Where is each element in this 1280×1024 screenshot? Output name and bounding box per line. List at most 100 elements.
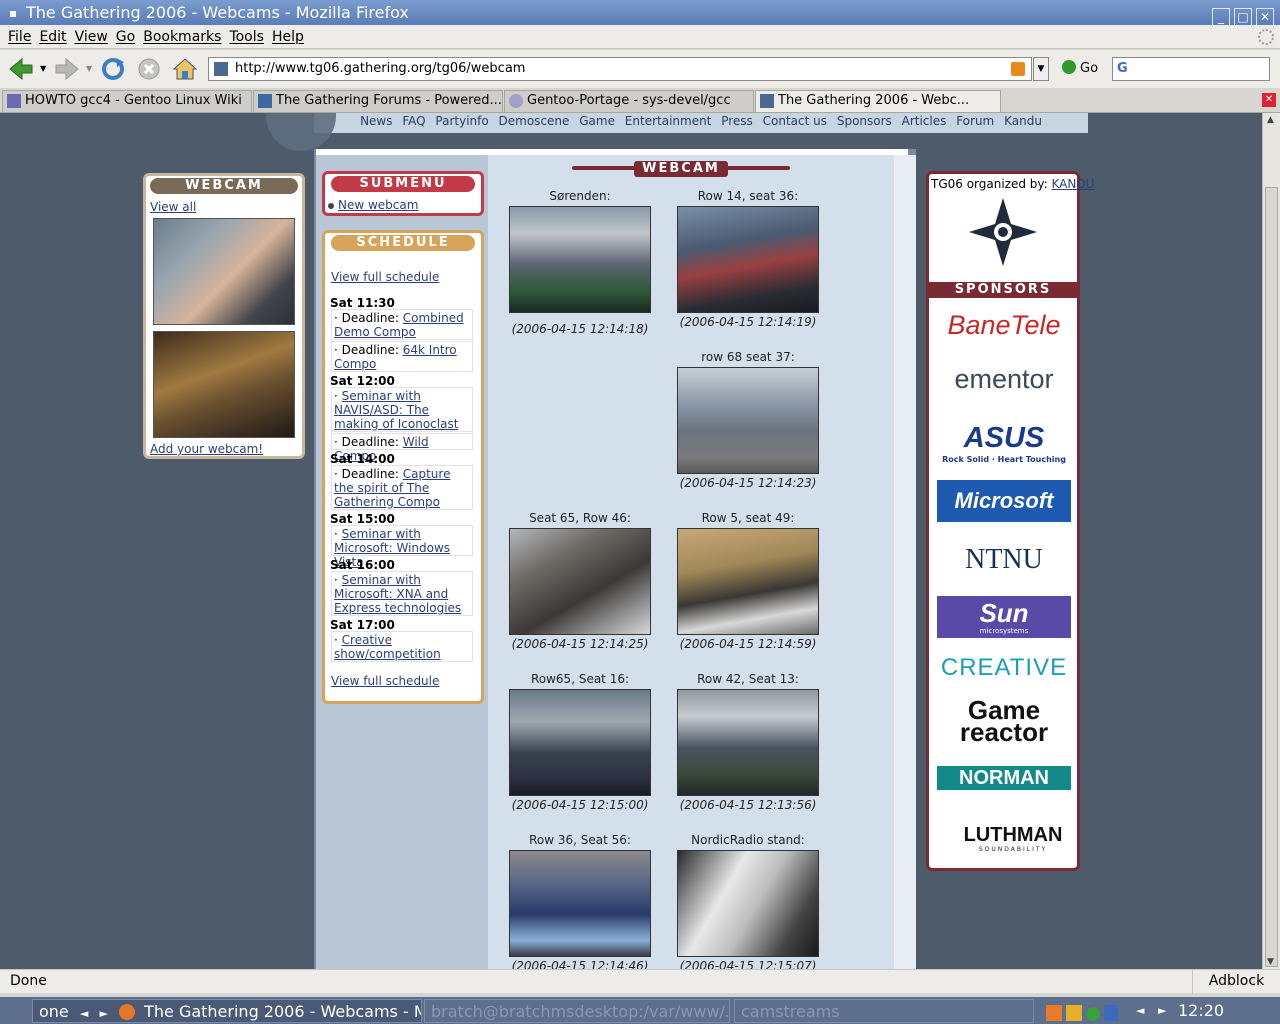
- view-full-schedule-link[interactable]: View full schedule: [331, 270, 439, 284]
- webcam-thumbnail[interactable]: [153, 331, 295, 438]
- nav-articles[interactable]: Articles: [902, 114, 947, 128]
- adblock-button[interactable]: Adblock: [1192, 970, 1280, 994]
- menu-file[interactable]: File: [8, 29, 31, 45]
- webcam-image[interactable]: [509, 850, 651, 957]
- submenu-title: SUBMENU: [331, 176, 475, 192]
- view-all-link[interactable]: View all: [150, 200, 196, 214]
- webcam-image[interactable]: [677, 850, 819, 957]
- menu-tools[interactable]: Tools: [229, 29, 264, 45]
- tray-x-icon[interactable]: [1046, 1005, 1062, 1021]
- kandu-logo-icon[interactable]: [967, 196, 1039, 268]
- scroll-up-icon[interactable]: ▲: [1267, 115, 1274, 125]
- address-bar[interactable]: http://www.tg06.gathering.org/tg06/webca…: [208, 57, 1032, 81]
- url-history-dropdown[interactable]: ▼: [1033, 57, 1049, 81]
- forward-button[interactable]: [52, 56, 79, 82]
- menu-go[interactable]: Go: [116, 29, 135, 45]
- creative-logo[interactable]: CREATIVE: [937, 654, 1071, 682]
- kandu-link[interactable]: KANDU: [1052, 177, 1095, 191]
- nav-sponsors[interactable]: Sponsors: [837, 114, 892, 128]
- scroll-down-icon[interactable]: ▼: [1267, 957, 1274, 967]
- reload-button[interactable]: [100, 56, 126, 82]
- back-dropdown-icon[interactable]: ▼: [40, 64, 46, 73]
- webcam-image[interactable]: [677, 206, 819, 313]
- tab-gentoo-portage[interactable]: Gentoo-Portage - sys-devel/gcc: [504, 90, 754, 112]
- event-link[interactable]: Creative show/competition: [334, 633, 441, 661]
- taskbar-task-terminal[interactable]: bratch@bratchmsdesktop:/var/www/...: [424, 999, 730, 1023]
- event-prefix: · Deadline:: [334, 311, 403, 325]
- tab-label: The Gathering Forums - Powered...: [276, 93, 502, 108]
- sun-tagline: microsystems: [979, 627, 1029, 635]
- webcam-image[interactable]: [677, 528, 819, 635]
- tray-next-icon[interactable]: ►: [1158, 997, 1166, 1024]
- microsoft-logo[interactable]: Microsoft: [937, 480, 1071, 522]
- ementor-logo[interactable]: ementor: [937, 364, 1071, 395]
- menu-view[interactable]: View: [75, 29, 108, 45]
- banetele-logo[interactable]: BaneTele: [937, 310, 1071, 341]
- add-webcam-link[interactable]: Add your webcam!: [150, 442, 263, 456]
- view-full-schedule-link[interactable]: View full schedule: [331, 674, 439, 688]
- nav-news[interactable]: News: [360, 114, 392, 128]
- scrollbar-thumb[interactable]: [1265, 187, 1278, 967]
- webcam-image[interactable]: [677, 367, 819, 474]
- nav-game[interactable]: Game: [579, 114, 615, 128]
- taskbar-task-camstreams[interactable]: camstreams: [734, 999, 1034, 1023]
- event-prefix: · Deadline:: [334, 343, 403, 357]
- new-webcam-link[interactable]: New webcam: [338, 198, 418, 212]
- forum-icon: [258, 94, 272, 108]
- asus-logo[interactable]: ASUS: [937, 422, 1071, 455]
- close-window-button[interactable]: ✕: [1256, 8, 1274, 26]
- minimize-button[interactable]: _: [1212, 8, 1230, 26]
- menu-bookmarks[interactable]: Bookmarks: [143, 29, 221, 45]
- event-link[interactable]: Seminar with NAVIS/ASD: The making of Ic…: [334, 389, 458, 431]
- webcam-image[interactable]: [509, 689, 651, 796]
- webcam-image[interactable]: [677, 689, 819, 796]
- nav-press[interactable]: Press: [721, 114, 753, 128]
- desktop-label: one: [39, 1002, 69, 1021]
- webcam-image[interactable]: [509, 206, 651, 313]
- menu-help[interactable]: Help: [272, 29, 304, 45]
- event-link[interactable]: Seminar with Microsoft: XNA and Express …: [334, 573, 461, 615]
- schedule-event: · Deadline: Wild Compo: [331, 433, 473, 463]
- nav-faq[interactable]: FAQ: [402, 114, 425, 128]
- nav-contact[interactable]: Contact us: [763, 114, 827, 128]
- tab-gathering-webcams[interactable]: The Gathering 2006 - Webc...: [755, 90, 1001, 112]
- home-button[interactable]: [172, 56, 198, 82]
- webcam-thumbnail[interactable]: [153, 218, 295, 325]
- system-tray: [1046, 1002, 1118, 1024]
- next-desktop-icon[interactable]: ►: [99, 1007, 107, 1020]
- rss-feed-icon[interactable]: [1011, 62, 1025, 76]
- back-button[interactable]: [6, 56, 33, 82]
- schedule-time: Sat 15:00: [330, 512, 395, 526]
- nav-entertainment[interactable]: Entertainment: [625, 114, 712, 128]
- vertical-scrollbar[interactable]: ▲ ▼: [1262, 113, 1280, 969]
- webcam-image[interactable]: [509, 528, 651, 635]
- mascot-graphic: [266, 113, 336, 151]
- close-tab-icon[interactable]: ✕: [1262, 93, 1276, 107]
- search-input[interactable]: G: [1112, 57, 1270, 81]
- nav-demoscene[interactable]: Demoscene: [499, 114, 570, 128]
- tray-prev-icon[interactable]: ◄: [1136, 997, 1144, 1024]
- nav-kandu[interactable]: Kandu: [1004, 114, 1042, 128]
- event-prefix: ·: [334, 633, 342, 647]
- tab-gathering-forums[interactable]: The Gathering Forums - Powered...: [253, 90, 503, 112]
- prev-desktop-icon[interactable]: ◄: [80, 1007, 88, 1020]
- menu-edit[interactable]: Edit: [39, 29, 66, 45]
- stop-button[interactable]: [136, 56, 162, 82]
- tray-network-icon[interactable]: [1104, 1005, 1118, 1021]
- ntnu-logo[interactable]: NTNU: [937, 544, 1071, 576]
- norman-logo[interactable]: NORMAN: [937, 766, 1071, 790]
- schedule-box: SCHEDULE View full schedule Sat 11:30 · …: [322, 230, 484, 704]
- window-menu-icon[interactable]: [10, 10, 16, 17]
- nav-partyinfo[interactable]: Partyinfo: [435, 114, 488, 128]
- go-button[interactable]: Go: [1062, 58, 1098, 80]
- luthman-logo[interactable]: LUTHMAN: [937, 824, 1071, 847]
- nav-forum[interactable]: Forum: [956, 114, 994, 128]
- maximize-button[interactable]: □: [1234, 8, 1252, 26]
- tab-howto-gcc4[interactable]: HOWTO gcc4 - Gentoo Linux Wiki: [2, 90, 252, 112]
- forward-dropdown-icon[interactable]: ▼: [86, 64, 92, 73]
- taskbar-task-firefox[interactable]: one ◄ ► The Gathering 2006 - Webcams - M: [32, 999, 422, 1023]
- tray-person-icon[interactable]: [1066, 1005, 1082, 1021]
- webcam-sidebar-box: WEBCAM View all Add your webcam!: [143, 173, 305, 459]
- tray-check-icon[interactable]: [1086, 1007, 1100, 1021]
- event-prefix: ·: [334, 389, 342, 403]
